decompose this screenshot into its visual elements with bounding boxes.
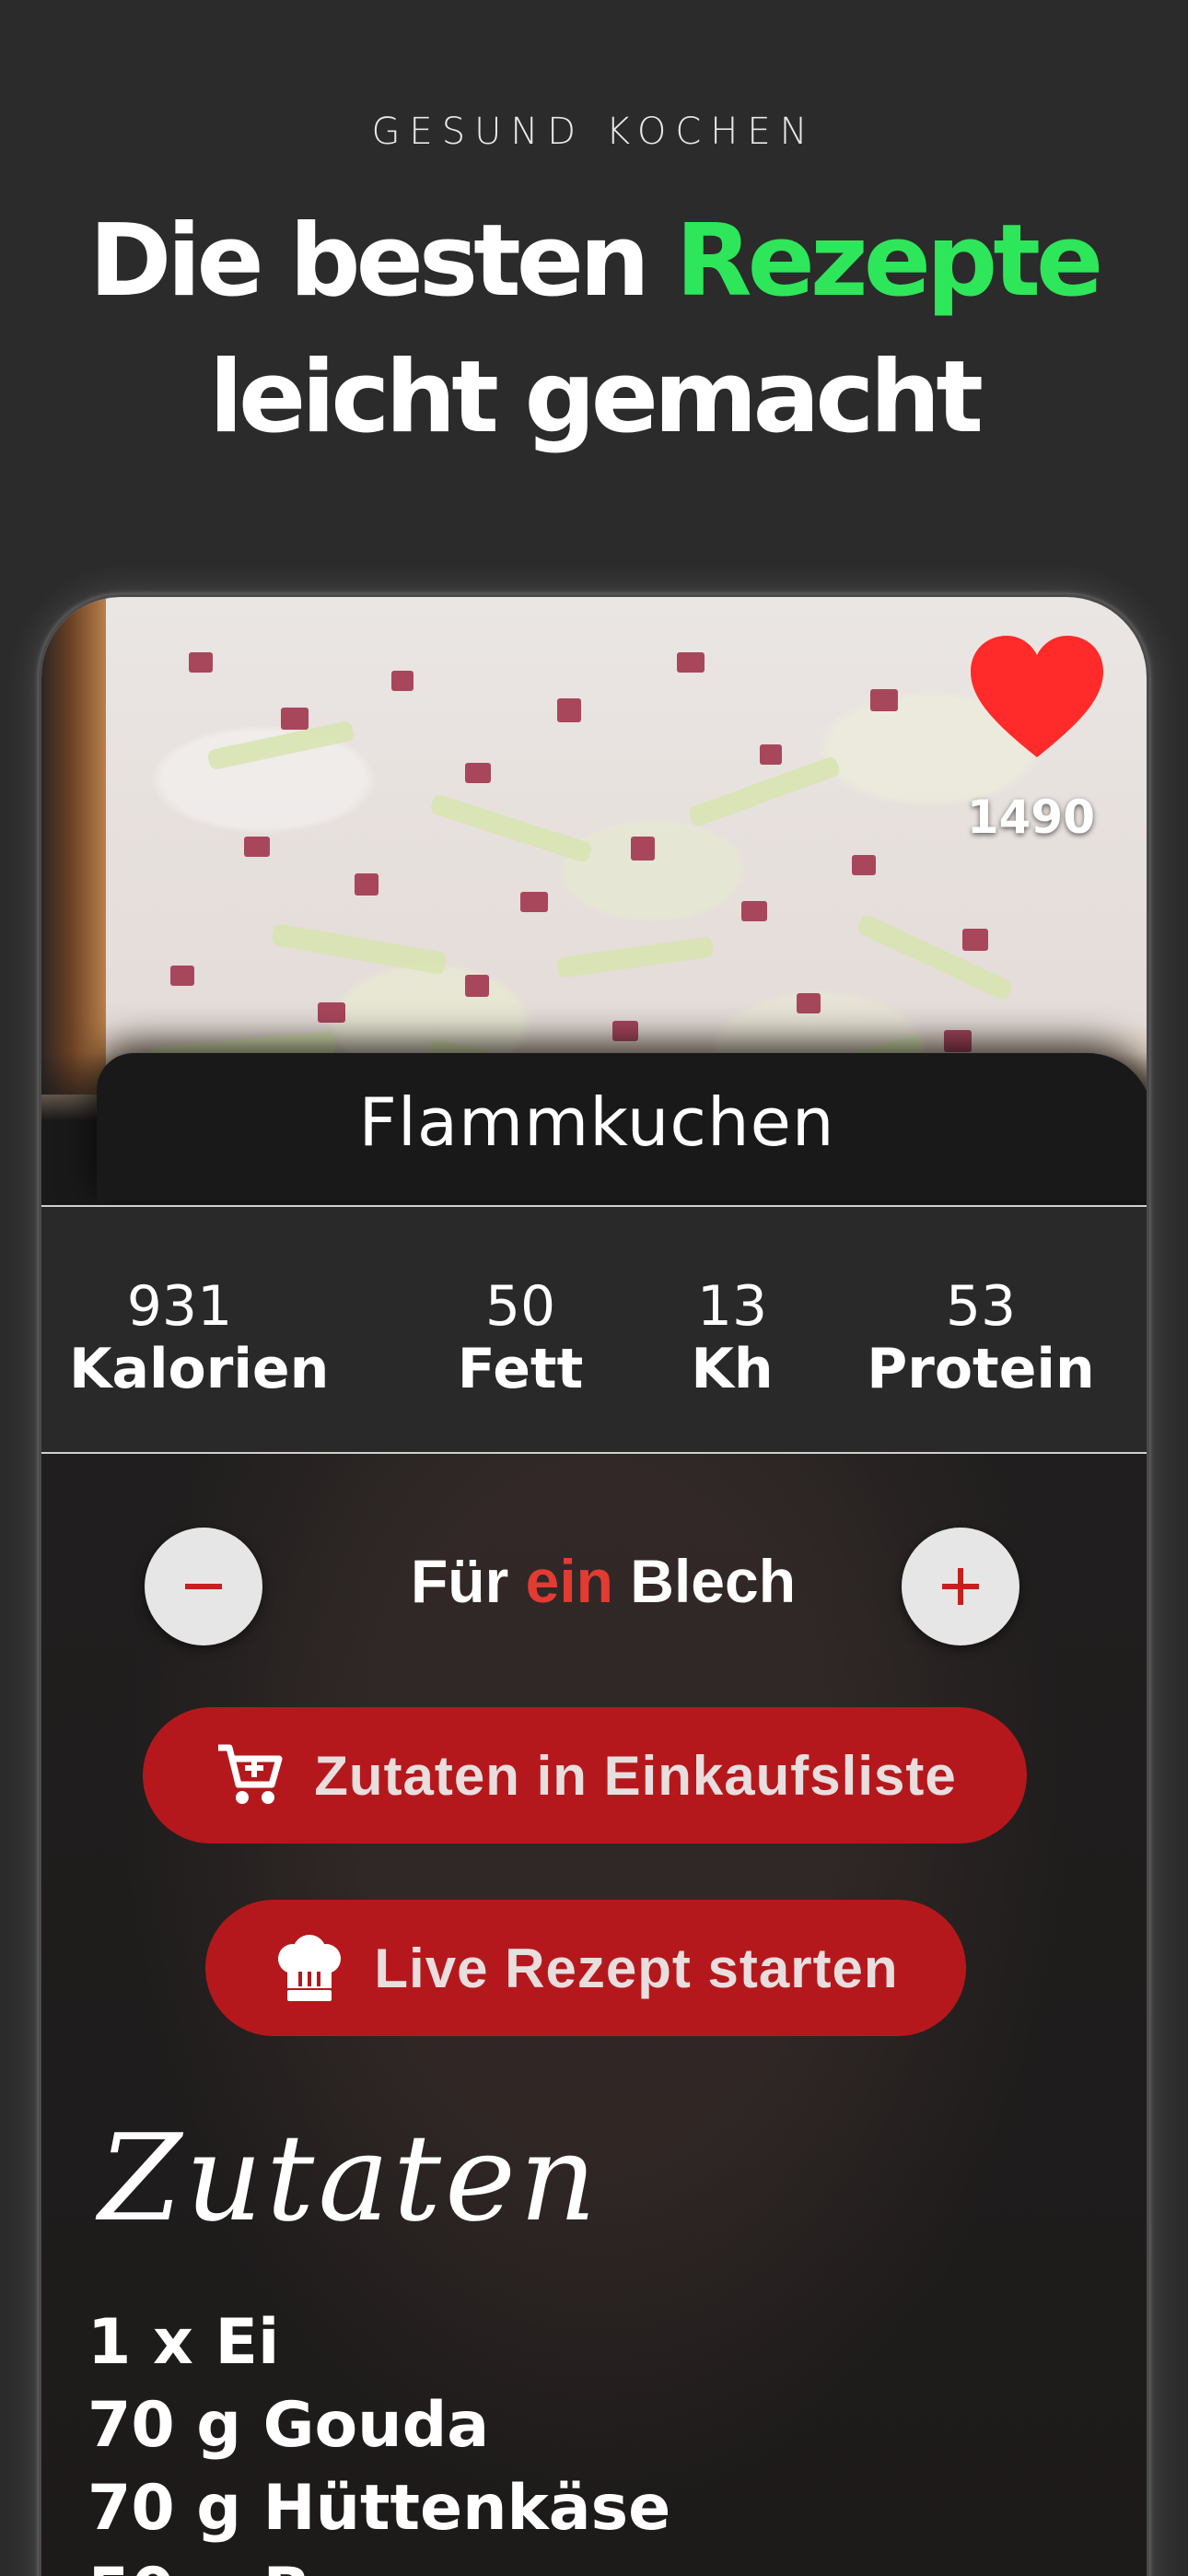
nutrition-value: 931 bbox=[126, 1274, 233, 1339]
photo-topping bbox=[797, 993, 821, 1013]
photo-topping bbox=[170, 966, 194, 986]
portion-label: Für ein Blech bbox=[272, 1546, 935, 1616]
shopping-list-label: Zutaten in Einkaufsliste bbox=[314, 1744, 957, 1807]
nutrition-calories: 931 Kalorien bbox=[69, 1274, 329, 1400]
photo-topping bbox=[465, 763, 491, 783]
nutrition-label: Kh bbox=[691, 1337, 774, 1401]
photo-topping bbox=[391, 671, 413, 691]
photo-topping bbox=[962, 929, 988, 951]
photo-topping bbox=[281, 708, 309, 730]
heart-icon[interactable] bbox=[968, 632, 1106, 761]
headline: Die besten Rezepte leicht gemacht bbox=[0, 193, 1188, 466]
nutrition-value: 50 bbox=[484, 1274, 556, 1339]
photo-topping bbox=[677, 652, 705, 673]
photo-topping bbox=[687, 755, 842, 828]
eyebrow-text: GESUND KOCHEN bbox=[371, 111, 817, 153]
add-to-shopping-list-button[interactable]: Zutaten in Einkaufsliste bbox=[143, 1707, 1027, 1844]
nutrition-value: 53 bbox=[945, 1274, 1017, 1339]
ingredient-item: 1 x Ei bbox=[87, 2306, 280, 2379]
photo-topping bbox=[741, 901, 767, 921]
photo-crust bbox=[41, 597, 106, 1095]
headline-part1: Die besten bbox=[88, 204, 676, 319]
photo-topping bbox=[944, 1030, 972, 1052]
nutrition-fat: 50 Fett bbox=[428, 1275, 612, 1400]
photo-topping bbox=[355, 873, 379, 896]
photo-topping bbox=[465, 975, 489, 997]
photo-topping bbox=[244, 837, 270, 857]
nutrition-value: 13 bbox=[696, 1274, 768, 1339]
photo-topping bbox=[318, 1002, 345, 1023]
headline-accent: Rezepte bbox=[675, 204, 1104, 319]
nutrition-label: Fett bbox=[457, 1337, 584, 1401]
decrease-portion-button[interactable] bbox=[145, 1528, 262, 1645]
photo-topping bbox=[189, 652, 213, 673]
portion-amount: ein bbox=[525, 1547, 613, 1615]
cart-icon bbox=[218, 1744, 283, 1804]
photo-topping bbox=[520, 892, 548, 912]
photo-topping bbox=[271, 922, 448, 976]
nutrition-label: Kalorien bbox=[69, 1337, 330, 1401]
portion-prefix: Für bbox=[410, 1547, 526, 1615]
photo-topping bbox=[612, 1021, 638, 1041]
start-live-recipe-button[interactable]: Live Rezept starten bbox=[205, 1900, 966, 2036]
minus-icon bbox=[185, 1584, 222, 1589]
ingredients-list: 1 x Ei 70 g Gouda 70 g Hüttenkäse 50 g B… bbox=[87, 2301, 670, 2576]
ingredient-item: 70 g Hüttenkäse bbox=[87, 2472, 671, 2545]
nutrition-panel: 931 Kalorien 50 Fett 13 Kh 53 Protein bbox=[41, 1207, 1147, 1452]
ingredient-item: 70 g Gouda bbox=[87, 2389, 490, 2462]
ingredients-heading: Zutaten bbox=[99, 2108, 600, 2248]
photo-topping bbox=[556, 936, 715, 978]
photo-topping bbox=[429, 792, 593, 864]
nutrition-protein: 53 Protein bbox=[852, 1275, 1110, 1400]
plus-icon bbox=[942, 1568, 979, 1605]
portion-suffix: Blech bbox=[612, 1547, 797, 1615]
like-count: 1490 bbox=[966, 790, 1095, 844]
increase-portion-button[interactable] bbox=[902, 1528, 1019, 1645]
nutrition-label: Protein bbox=[867, 1337, 1095, 1401]
photo-topping bbox=[557, 698, 581, 722]
photo-topping bbox=[855, 912, 1015, 1002]
photo-topping bbox=[760, 744, 782, 765]
nutrition-carbs: 13 Kh bbox=[658, 1275, 806, 1400]
photo-topping bbox=[631, 837, 655, 861]
live-recipe-label: Live Rezept starten bbox=[374, 1937, 899, 1999]
headline-line2: leicht gemacht bbox=[209, 340, 984, 455]
ingredient-item: 50 g Bacon bbox=[87, 2550, 670, 2576]
photo-topping bbox=[852, 855, 876, 875]
phone-screen: 1490 Flammkuchen 931 Kalorien 50 Fett 13… bbox=[39, 594, 1149, 2576]
chef-hat-icon bbox=[278, 1935, 342, 2001]
recipe-title: Flammkuchen bbox=[358, 1083, 835, 1161]
photo-topping bbox=[870, 689, 898, 711]
